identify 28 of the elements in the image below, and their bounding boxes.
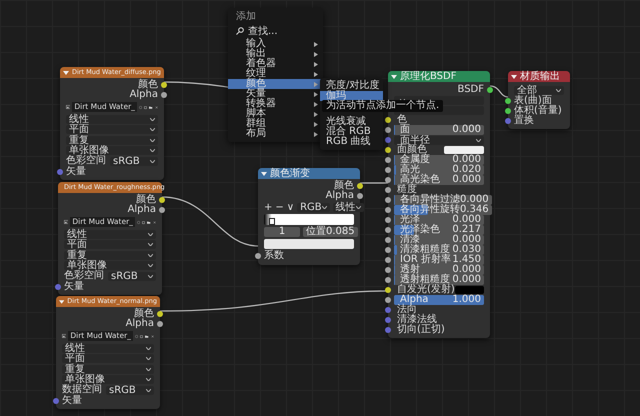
colorspace-label: 数据空间 — [62, 385, 102, 396]
input-label: 置换 — [514, 116, 534, 126]
output-label: Alpha — [126, 319, 154, 329]
input-label: 体积(音量) — [514, 106, 562, 116]
output-label: 颜色 — [134, 309, 154, 319]
input-label: 切向(正切) — [397, 325, 445, 335]
input-label: 面颜色 — [397, 145, 427, 155]
input-label: 矢量 — [66, 166, 86, 176]
colorspace-label: 色彩空间 — [66, 156, 106, 166]
input-label: 清漆法线 — [397, 315, 437, 325]
output-label: BSDF — [458, 84, 484, 94]
input-label: 糙度 — [397, 185, 417, 195]
tooltip: 为活动节点添加一个节点. — [322, 100, 444, 112]
output-label: Alpha — [130, 90, 158, 100]
colorspace-label: 色彩空间 — [64, 271, 104, 282]
input-label: 系数 — [264, 251, 284, 261]
output-label: 颜色 — [136, 195, 156, 205]
input-label: 自发光(发射) — [397, 285, 455, 295]
input-label: 法向 — [397, 305, 417, 315]
input-label: 矢量 — [64, 282, 84, 292]
output-label: Alpha — [128, 205, 156, 215]
menu-title: 添加 — [235, 11, 257, 24]
output-label: 颜色 — [334, 181, 354, 191]
input-label: 矢量 — [62, 396, 82, 406]
input-label: 表(曲)面 — [514, 96, 552, 106]
output-label: 颜色 — [138, 80, 158, 90]
input-label: 色 — [397, 115, 407, 125]
output-label: Alpha — [326, 191, 354, 201]
